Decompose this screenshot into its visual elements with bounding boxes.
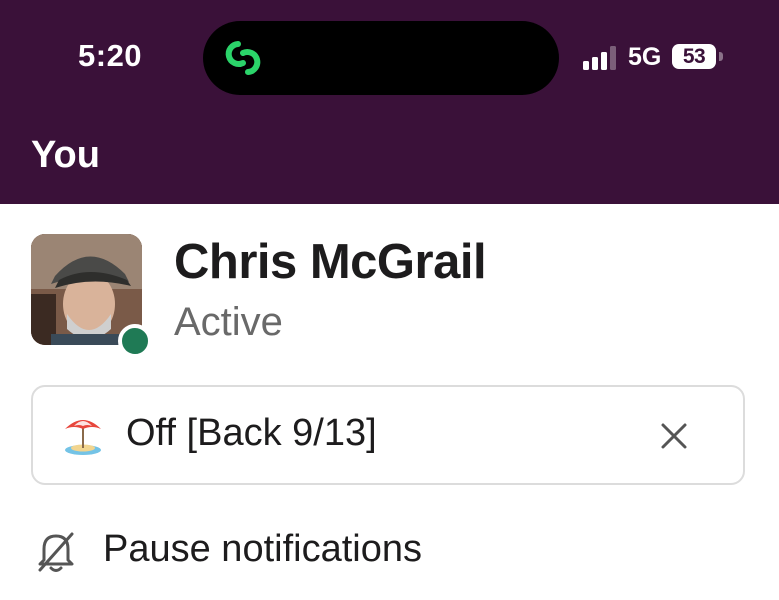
battery-icon: 53	[672, 44, 716, 69]
network-type: 5G	[628, 43, 662, 71]
clear-status-button[interactable]	[659, 421, 689, 451]
presence-status: Active	[174, 300, 283, 344]
user-name: Chris McGrail	[174, 235, 487, 289]
custom-status-field[interactable]: Off [Back 9/13]	[31, 385, 745, 485]
custom-status-text: Off [Back 9/13]	[126, 412, 377, 454]
menu-item-label: Pause notifications	[103, 528, 422, 570]
app-header: 5:20 5G 53 You	[0, 0, 779, 204]
link-rings-icon	[219, 36, 267, 85]
pause-notifications-item[interactable]: Pause notifications	[0, 510, 779, 600]
close-icon	[661, 423, 687, 449]
dynamic-island	[203, 21, 559, 95]
status-bar-time: 5:20	[78, 38, 143, 73]
battery-nub	[719, 52, 723, 61]
profile-section: Chris McGrail Active	[0, 204, 779, 364]
signal-strength-icon	[583, 46, 621, 70]
presence-dot	[118, 324, 152, 358]
page-title: You	[31, 134, 100, 176]
bell-slash-icon	[36, 530, 76, 579]
beach-umbrella-icon	[61, 413, 105, 462]
